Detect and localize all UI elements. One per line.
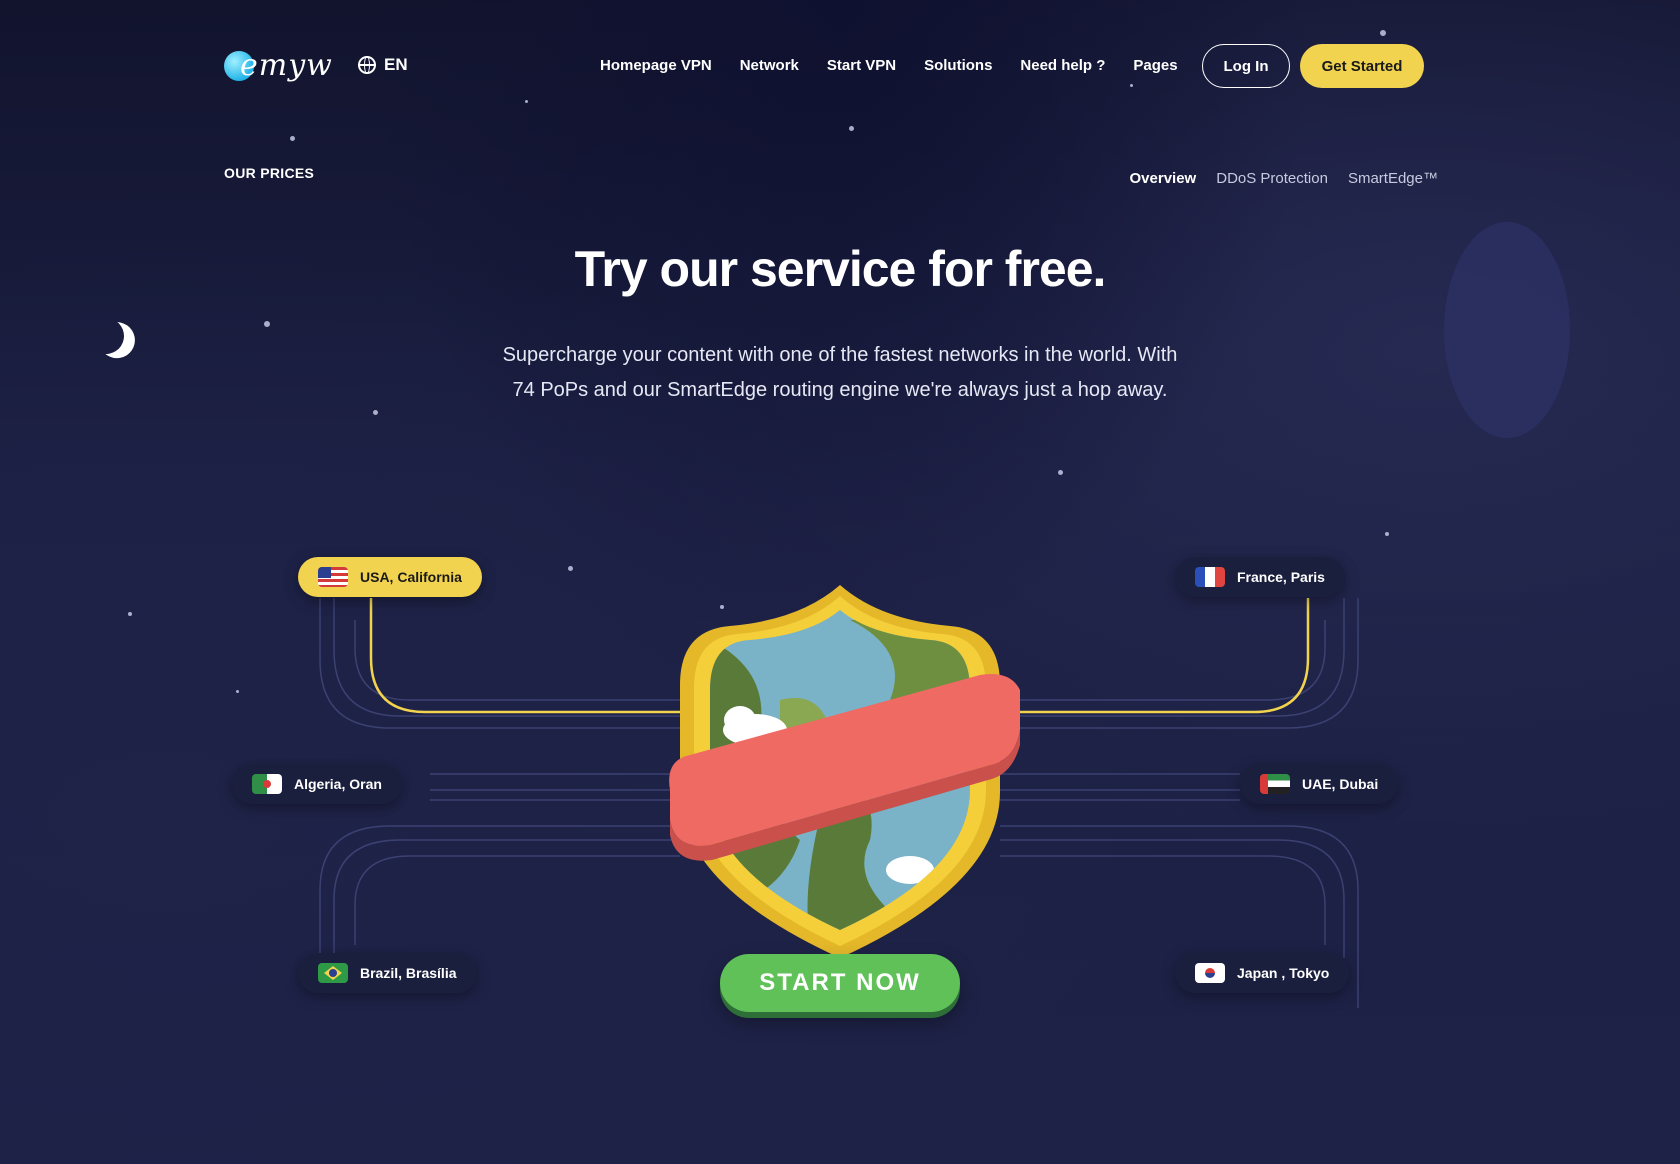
location-label: USA, California — [360, 569, 462, 585]
location-label: Japan , Tokyo — [1237, 965, 1330, 981]
uae-flag-icon — [1260, 774, 1290, 794]
korea-flag-icon — [1195, 963, 1225, 983]
shield-globe-illustration — [669, 585, 1020, 958]
location-uae-dubai[interactable]: UAE, Dubai — [1240, 764, 1399, 804]
location-label: France, Paris — [1237, 569, 1325, 585]
location-algeria-oran[interactable]: Algeria, Oran — [232, 764, 402, 804]
location-usa-california[interactable]: USA, California — [298, 557, 482, 597]
start-now-button[interactable]: START NOW — [720, 954, 960, 1012]
location-label: Brazil, Brasília — [360, 965, 457, 981]
location-label: UAE, Dubai — [1302, 776, 1379, 792]
location-france-paris[interactable]: France, Paris — [1175, 557, 1345, 597]
algeria-flag-icon — [252, 774, 282, 794]
location-brazil-brasilia[interactable]: Brazil, Brasília — [298, 953, 477, 993]
usa-flag-icon — [318, 567, 348, 587]
location-japan-tokyo[interactable]: Japan , Tokyo — [1175, 953, 1350, 993]
location-label: Algeria, Oran — [294, 776, 382, 792]
france-flag-icon — [1195, 567, 1225, 587]
brazil-flag-icon — [318, 963, 348, 983]
